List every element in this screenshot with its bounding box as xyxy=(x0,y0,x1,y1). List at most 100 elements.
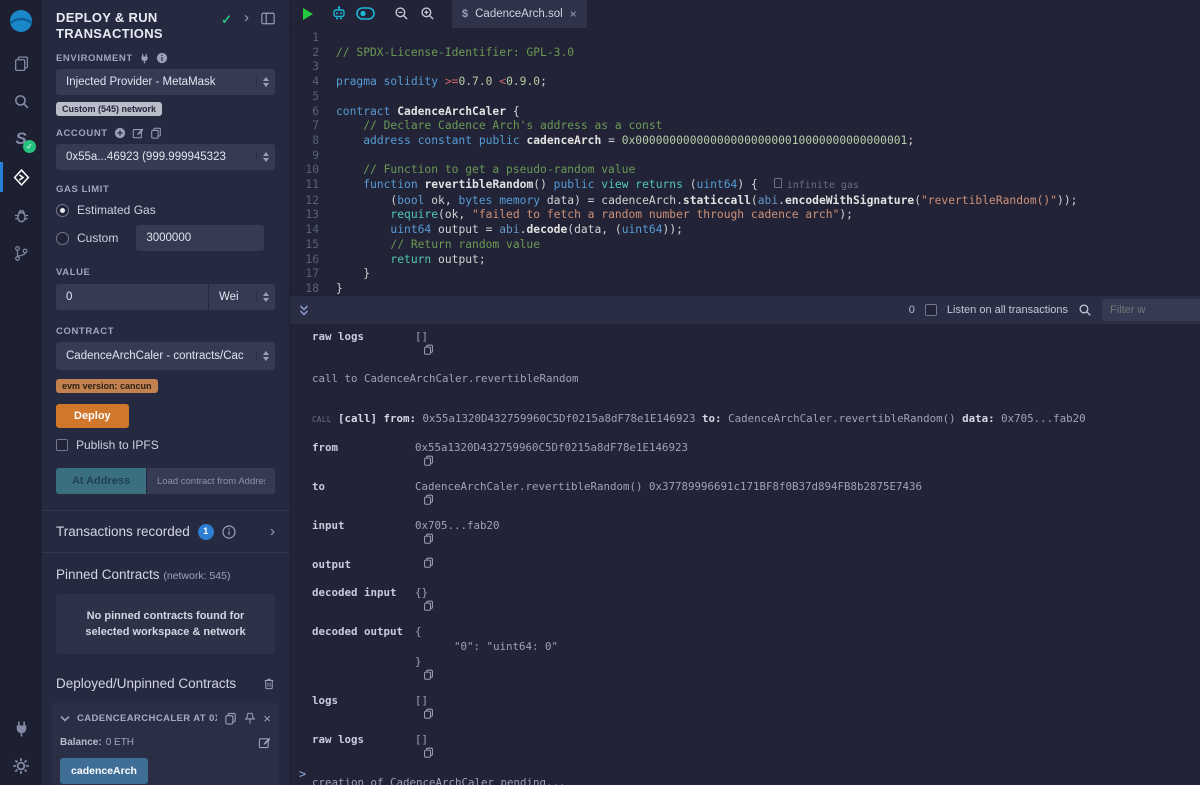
at-address-button[interactable]: At Address xyxy=(56,468,146,494)
publish-ipfs-label: Publish to IPFS xyxy=(76,438,159,452)
terminal-detail-row: decoded output{ "0": "uint64: 0"} xyxy=(290,624,1200,680)
terminal-filter-input[interactable] xyxy=(1102,299,1200,321)
line-number: 2 xyxy=(290,46,336,61)
code-line[interactable]: 7 // Declare Cadence Arch's address as a… xyxy=(290,119,1200,134)
copilot-toggle-icon[interactable] xyxy=(352,3,378,25)
divider xyxy=(42,552,289,553)
pin-instance-icon[interactable] xyxy=(244,712,256,725)
terminal-detail-row: from0x55a1320D432759960C5Df0215a8dF78e1E… xyxy=(290,440,1200,466)
copy-account-icon[interactable] xyxy=(150,127,162,139)
line-number: 7 xyxy=(290,119,336,134)
code-editor[interactable]: 12// SPDX-License-Identifier: GPL-3.034p… xyxy=(290,28,1200,295)
code-line[interactable]: 4pragma solidity >=0.7.0 <0.9.0; xyxy=(290,75,1200,90)
code-line[interactable]: 2// SPDX-License-Identifier: GPL-3.0 xyxy=(290,46,1200,61)
call-log-line[interactable]: CALL [call] from: 0x55a1320D432759960C5D… xyxy=(290,411,1200,427)
line-number: 17 xyxy=(290,267,336,282)
deploy-run-icon[interactable] xyxy=(0,158,42,196)
copy-icon[interactable] xyxy=(423,747,434,758)
chevron-down-icon[interactable] xyxy=(60,715,70,722)
terminal-detail-row: toCadenceArchCaler.revertibleRandom() 0x… xyxy=(290,479,1200,505)
detail-value: [] xyxy=(415,732,434,758)
account-label: ACCOUNT xyxy=(56,127,275,139)
contract-select[interactable]: CadenceArchCaler - contracts/Cac xyxy=(56,342,275,370)
sign-message-icon[interactable] xyxy=(132,127,144,139)
code-line[interactable]: 8 address constant public cadenceArch = … xyxy=(290,134,1200,149)
estimated-gas-radio[interactable] xyxy=(56,204,69,217)
creation-line: creation of CadenceArchCaler pending... xyxy=(290,775,1200,785)
code-line[interactable]: 5 xyxy=(290,90,1200,105)
code-line[interactable]: 11 function revertibleRandom() public vi… xyxy=(290,178,1200,194)
trash-icon[interactable] xyxy=(263,677,275,690)
code-line[interactable]: 15 // Return random value xyxy=(290,238,1200,253)
custom-gas-radio[interactable] xyxy=(56,232,69,245)
debugger-icon[interactable] xyxy=(0,196,42,234)
collapse-panel-icon[interactable]: › xyxy=(244,12,249,24)
settings-gear-icon[interactable] xyxy=(0,747,42,785)
select-arrows-icon xyxy=(256,77,269,87)
fork-state-icon[interactable] xyxy=(139,53,150,64)
ai-assistant-icon[interactable] xyxy=(326,3,352,25)
copy-icon[interactable] xyxy=(423,669,434,680)
deploy-button[interactable]: Deploy xyxy=(56,404,129,428)
evm-version-badge: evm version: cancun xyxy=(56,379,158,393)
line-number: 18 xyxy=(290,282,336,295)
zoom-out-icon[interactable] xyxy=(388,3,414,25)
code-line[interactable]: 17 } xyxy=(290,267,1200,282)
terminal-prompt[interactable]: > xyxy=(299,767,306,781)
transactions-expand-icon[interactable]: › xyxy=(270,523,275,540)
remix-logo-icon[interactable] xyxy=(0,0,42,44)
transactions-info-icon[interactable] xyxy=(222,525,236,539)
at-address-input[interactable] xyxy=(147,468,275,494)
plugin-manager-icon[interactable] xyxy=(0,709,42,747)
code-line[interactable]: 14 uint64 output = abi.decode(data, (uin… xyxy=(290,223,1200,238)
code-line[interactable]: 3 xyxy=(290,60,1200,75)
publish-ipfs-checkbox[interactable] xyxy=(56,439,68,451)
value-unit-select[interactable]: Wei xyxy=(209,284,275,310)
code-line[interactable]: 9 xyxy=(290,149,1200,164)
search-icon[interactable] xyxy=(0,82,42,120)
copy-instance-icon[interactable] xyxy=(224,712,237,725)
file-explorer-icon[interactable] xyxy=(0,44,42,82)
contract-label: CONTRACT xyxy=(56,326,275,337)
code-line[interactable]: 18} xyxy=(290,282,1200,295)
pin-panel-icon[interactable] xyxy=(261,12,275,25)
solidity-compiler-icon[interactable]: S ✓ xyxy=(0,120,42,158)
environment-info-icon[interactable] xyxy=(156,52,168,64)
custom-gas-input[interactable] xyxy=(136,225,264,251)
listen-all-checkbox[interactable] xyxy=(925,304,937,316)
detail-value: { "0": "uint64: 0"} xyxy=(415,624,558,680)
copy-icon[interactable] xyxy=(423,344,434,355)
account-select[interactable]: 0x55a...46923 (999.999945323 xyxy=(56,144,275,170)
code-line[interactable]: 12 (bool ok, bytes memory data) = cadenc… xyxy=(290,194,1200,209)
expand-terminal-icon[interactable] xyxy=(298,304,310,317)
copy-icon[interactable] xyxy=(423,708,434,719)
copy-icon[interactable] xyxy=(423,494,434,505)
line-number: 8 xyxy=(290,134,336,149)
detail-label: raw logs xyxy=(312,732,415,758)
transactions-recorded-label: Transactions recorded xyxy=(56,524,190,539)
code-line[interactable]: 1 xyxy=(290,31,1200,46)
code-line[interactable]: 13 require(ok, "failed to fetch a random… xyxy=(290,208,1200,223)
remove-instance-icon[interactable]: × xyxy=(263,711,271,726)
add-account-icon[interactable] xyxy=(114,127,126,139)
tab-cadencearch-sol[interactable]: $ CadenceArch.sol × xyxy=(452,0,587,28)
copy-icon[interactable] xyxy=(423,600,434,611)
code-line[interactable]: 10 // Function to get a pseudo-random va… xyxy=(290,163,1200,178)
run-script-icon[interactable] xyxy=(294,3,320,25)
value-input[interactable] xyxy=(56,284,208,310)
code-line[interactable]: 16 return output; xyxy=(290,253,1200,268)
cadencearch-function-button[interactable]: cadenceArch xyxy=(60,758,148,784)
call-tag: CALL xyxy=(312,412,338,427)
code-line[interactable]: 6contract CadenceArchCaler { xyxy=(290,105,1200,120)
pinned-contracts-title: Pinned Contracts (network: 545) xyxy=(56,567,275,582)
zoom-in-icon[interactable] xyxy=(414,3,440,25)
copy-icon[interactable] xyxy=(423,557,434,568)
git-icon[interactable] xyxy=(0,234,42,272)
edit-balance-icon[interactable] xyxy=(258,736,271,749)
terminal-search-icon[interactable] xyxy=(1078,303,1092,317)
copy-icon[interactable] xyxy=(423,533,434,544)
environment-select[interactable]: Injected Provider - MetaMask xyxy=(56,69,275,95)
copy-icon[interactable] xyxy=(423,455,434,466)
pinned-empty-message: No pinned contracts found for selected w… xyxy=(56,594,275,654)
tab-close-icon[interactable]: × xyxy=(570,7,577,21)
